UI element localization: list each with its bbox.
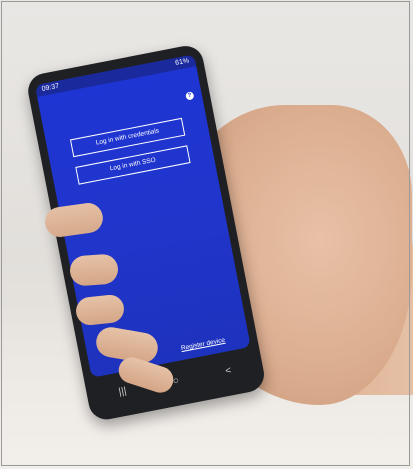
photo-scene: 09:37 61% ? Log in with credentials Log … bbox=[0, 0, 413, 469]
image-border bbox=[1, 1, 410, 466]
